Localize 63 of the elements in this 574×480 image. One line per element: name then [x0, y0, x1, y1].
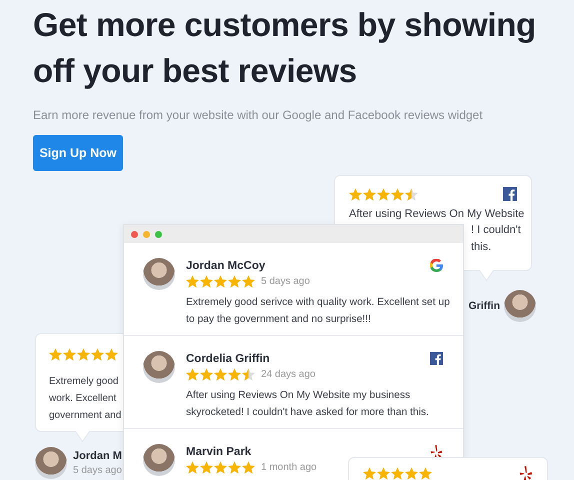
yelp-icon — [430, 445, 443, 458]
avatar — [504, 290, 536, 322]
star-icon — [214, 368, 227, 381]
star-icon — [242, 368, 255, 381]
google-icon — [430, 259, 443, 272]
close-dot — [131, 230, 138, 238]
review-time: 24 days ago — [261, 369, 316, 380]
subheadline: Earn more revenue from your website with our Google and Facebook reviews widget — [33, 108, 484, 122]
review-text: ! I couldn't — [470, 223, 522, 238]
star-icon — [77, 348, 90, 360]
review-time: 5 days ago — [261, 276, 310, 287]
star-icon — [391, 466, 404, 480]
star-icon — [228, 461, 241, 474]
star-icon — [214, 461, 227, 474]
review-text: After using Reviews On My Website my business skyrocketed! I couldn't have asked for more than this. — [186, 389, 430, 420]
star-icon — [214, 275, 227, 288]
star-icon — [186, 461, 199, 474]
sign-up-button[interactable]: Sign Up Now — [33, 135, 123, 171]
star-icon — [405, 466, 418, 480]
review-text: work. Excellent — [49, 392, 118, 406]
headline: Get more customers by showing off your best reviews — [33, 5, 537, 91]
star-icon — [49, 348, 62, 360]
star-icon — [363, 466, 376, 480]
star-icon — [200, 275, 213, 288]
avatar — [35, 447, 67, 479]
reviewer-name: Cordelia Griffin — [186, 352, 270, 364]
star-icon — [186, 275, 199, 288]
review-text: After using Reviews On My Website — [349, 207, 526, 222]
star-icon — [377, 188, 390, 200]
star-icon — [242, 275, 255, 288]
avatar — [143, 444, 175, 476]
star-icon — [63, 348, 76, 360]
review-text: this. — [470, 240, 492, 255]
maximize-dot — [155, 230, 162, 238]
facebook-icon — [503, 187, 517, 201]
reviewer-name: Jordan M — [73, 450, 122, 462]
star-icon — [200, 461, 213, 474]
avatar — [143, 258, 175, 290]
star-icon — [228, 275, 241, 288]
reviewer-name: Jordan McCoy — [186, 260, 266, 272]
star-icon — [186, 368, 199, 381]
star-icon — [419, 466, 432, 480]
facebook-icon — [430, 352, 443, 365]
star-icon — [405, 188, 418, 200]
review-text: Extremely good — [49, 375, 120, 389]
star-icon — [91, 348, 104, 360]
star-icon — [242, 461, 255, 474]
star-icon — [391, 188, 404, 200]
star-icon — [200, 368, 213, 381]
star-icon — [349, 188, 362, 200]
review-text: government and — [49, 409, 122, 423]
star-icon — [377, 466, 390, 480]
review-text: Extremely good serivce with quality work. Excellent set up to pay the government and no surprise!!! — [186, 296, 451, 327]
star-icon — [105, 348, 118, 360]
reviewer-name: Griffin — [468, 300, 500, 312]
avatar — [143, 351, 175, 383]
star-icon — [228, 368, 241, 381]
review-time: 1 month ago — [261, 462, 317, 473]
reviewer-name: Marvin Park — [186, 446, 252, 458]
star-icon — [363, 188, 376, 200]
minimize-dot — [143, 230, 150, 238]
yelp-icon — [519, 466, 533, 480]
review-time: 5 days ago — [73, 465, 122, 476]
